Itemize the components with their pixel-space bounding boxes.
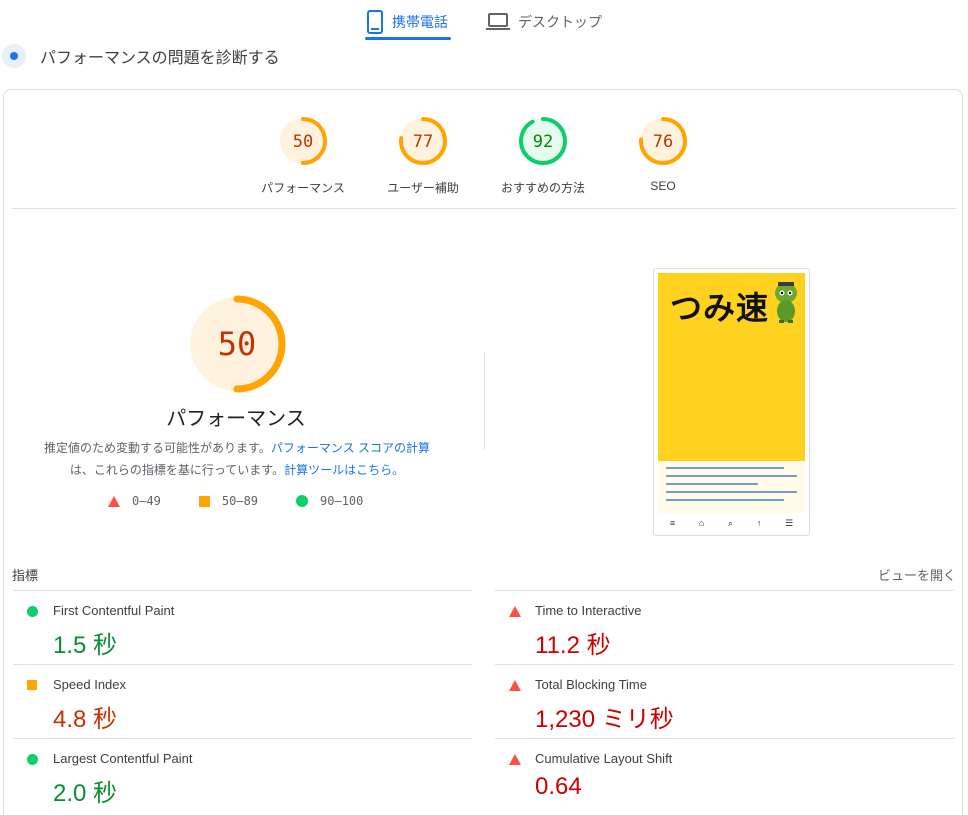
fail-triangle-icon: [509, 680, 521, 691]
metric-value: 1.5 秒: [53, 632, 118, 659]
metric-name: Time to Interactive: [535, 603, 642, 618]
menu-icon: ≡: [669, 518, 676, 528]
metric-name: Cumulative Layout Shift: [535, 751, 673, 766]
active-tab-indicator: [365, 37, 451, 40]
home-icon: ⌂: [698, 518, 705, 528]
fail-triangle-icon: [509, 754, 521, 765]
metric-value: 11.2 秒: [535, 632, 611, 659]
score-legend: 0–49 50–89 90–100: [108, 494, 401, 508]
metric-lcp: Largest Contentful Paint 2.0 秒: [13, 738, 472, 812]
arrow-up-icon: ↑: [756, 518, 762, 528]
gauge-best-practices[interactable]: 92 おすすめの方法: [488, 115, 598, 196]
metric-value: 2.0 秒: [53, 780, 118, 807]
metric-speed-index: Speed Index 4.8 秒: [13, 664, 472, 738]
gauge-score-seo: 76: [653, 132, 673, 152]
metric-value: 1,230 ミリ秒: [535, 706, 674, 733]
pass-circle-icon: [27, 606, 38, 617]
expand-view-button[interactable]: ビューを開く: [878, 565, 956, 584]
mascot-icon: [775, 282, 797, 323]
square-icon: [198, 495, 210, 507]
preview-bottom-nav: ≡ ⌂ ⌕ ↑ ☰: [658, 513, 805, 533]
metrics-column-right: Time to Interactive 11.2 秒 Total Blockin…: [495, 590, 954, 812]
metric-name: Largest Contentful Paint: [53, 751, 193, 766]
search-icon: ⌕: [728, 517, 734, 528]
category-gauges: 50 パフォーマンス 77 ユーザー補助 92 おすすめの方法 76 SEO: [4, 115, 964, 195]
note-text-1: 推定値のため変動する可能性があります。: [44, 441, 271, 455]
metric-value: 0.64: [535, 773, 582, 800]
preview-link-list: [658, 461, 805, 517]
fail-triangle-icon: [509, 606, 521, 617]
legend-average: 50–89: [198, 494, 259, 508]
gauge-score-best-practices: 92: [533, 132, 553, 152]
legend-pass-range: 90–100: [320, 494, 364, 508]
page-screenshot-preview[interactable]: つみ速 ≡ ⌂ ⌕ ↑ ☰: [653, 268, 810, 536]
legend-pass: 90–100: [296, 494, 363, 508]
gauge-score-performance: 50: [293, 132, 313, 152]
device-tabs: 携帯電話 デスクトップ: [0, 0, 968, 40]
gauge-ring-best-practices: 92: [519, 117, 567, 165]
page-title: パフォーマンスの問題を診断する: [40, 50, 280, 67]
legend-fail-range: 0–49: [132, 494, 161, 508]
tab-mobile-label: 携帯電話: [392, 14, 448, 30]
lighthouse-icon: [2, 44, 26, 68]
preview-line: [666, 491, 797, 493]
smartphone-icon: [367, 10, 383, 34]
laptop-icon: [486, 13, 510, 30]
average-square-icon: [27, 680, 37, 690]
gauge-ring-seo: 76: [639, 117, 687, 165]
gauge-ring-performance: 50: [279, 117, 327, 165]
metrics-title: 指標: [12, 568, 39, 583]
performance-gauge-large: 50: [188, 295, 286, 393]
performance-label: パフォーマンス: [166, 408, 306, 430]
legend-fail: 0–49: [108, 494, 161, 508]
gauge-accessibility[interactable]: 77 ユーザー補助: [368, 115, 478, 196]
performance-score-large: 50: [218, 325, 257, 363]
gauge-label-accessibility: ユーザー補助: [387, 181, 459, 195]
preview-line: [666, 467, 784, 469]
pass-circle-icon: [27, 754, 38, 765]
preview-logo: つみ速: [670, 290, 770, 326]
metrics-column-left: First Contentful Paint 1.5 秒 Speed Index…: [13, 590, 472, 812]
preview-header-area: つみ速: [658, 273, 805, 461]
gauge-label-best-practices: おすすめの方法: [500, 181, 585, 195]
preview-line: [666, 475, 797, 477]
tab-desktop-label: デスクトップ: [518, 14, 602, 30]
section-divider: [12, 208, 956, 209]
gauge-seo[interactable]: 76 SEO: [608, 115, 718, 193]
metric-name: Speed Index: [53, 677, 127, 692]
gauge-label-seo: SEO: [650, 179, 676, 193]
circle-icon: [296, 495, 309, 507]
report-card: 50 パフォーマンス 77 ユーザー補助 92 おすすめの方法 76 SEO 5…: [3, 89, 963, 815]
vertical-divider: [484, 352, 485, 450]
list-icon: ☰: [785, 517, 794, 528]
calculator-link[interactable]: 計算ツールはこちら。: [284, 463, 404, 477]
tab-desktop[interactable]: デスクトップ: [486, 4, 602, 40]
metric-name: First Contentful Paint: [53, 603, 175, 618]
metric-fcp: First Contentful Paint 1.5 秒: [13, 590, 472, 664]
score-note: 推定値のため変動する可能性があります。パフォーマンス スコアの計算 は、これらの…: [32, 437, 442, 481]
metric-tti: Time to Interactive 11.2 秒: [495, 590, 954, 664]
triangle-icon: [108, 495, 120, 507]
metric-cls: Cumulative Layout Shift 0.64: [495, 738, 954, 812]
preview-line: [666, 499, 784, 501]
gauge-score-accessibility: 77: [413, 132, 433, 152]
metrics-header: 指標 ビューを開く: [12, 560, 956, 590]
tab-mobile[interactable]: 携帯電話: [366, 4, 448, 40]
diagnose-header: パフォーマンスの問題を診断する: [2, 43, 280, 69]
metric-value: 4.8 秒: [53, 706, 118, 733]
preview-line: [666, 483, 758, 485]
gauge-label-performance: パフォーマンス: [261, 181, 345, 195]
gauge-ring-accessibility: 77: [399, 117, 447, 165]
score-calc-link[interactable]: パフォーマンス スコアの計算: [271, 441, 430, 455]
metric-name: Total Blocking Time: [535, 677, 647, 692]
gauge-performance[interactable]: 50 パフォーマンス: [248, 115, 358, 196]
legend-average-range: 50–89: [221, 494, 259, 508]
metric-tbt: Total Blocking Time 1,230 ミリ秒: [495, 664, 954, 738]
note-text-2: は、これらの指標を基に行っています。: [69, 463, 285, 477]
